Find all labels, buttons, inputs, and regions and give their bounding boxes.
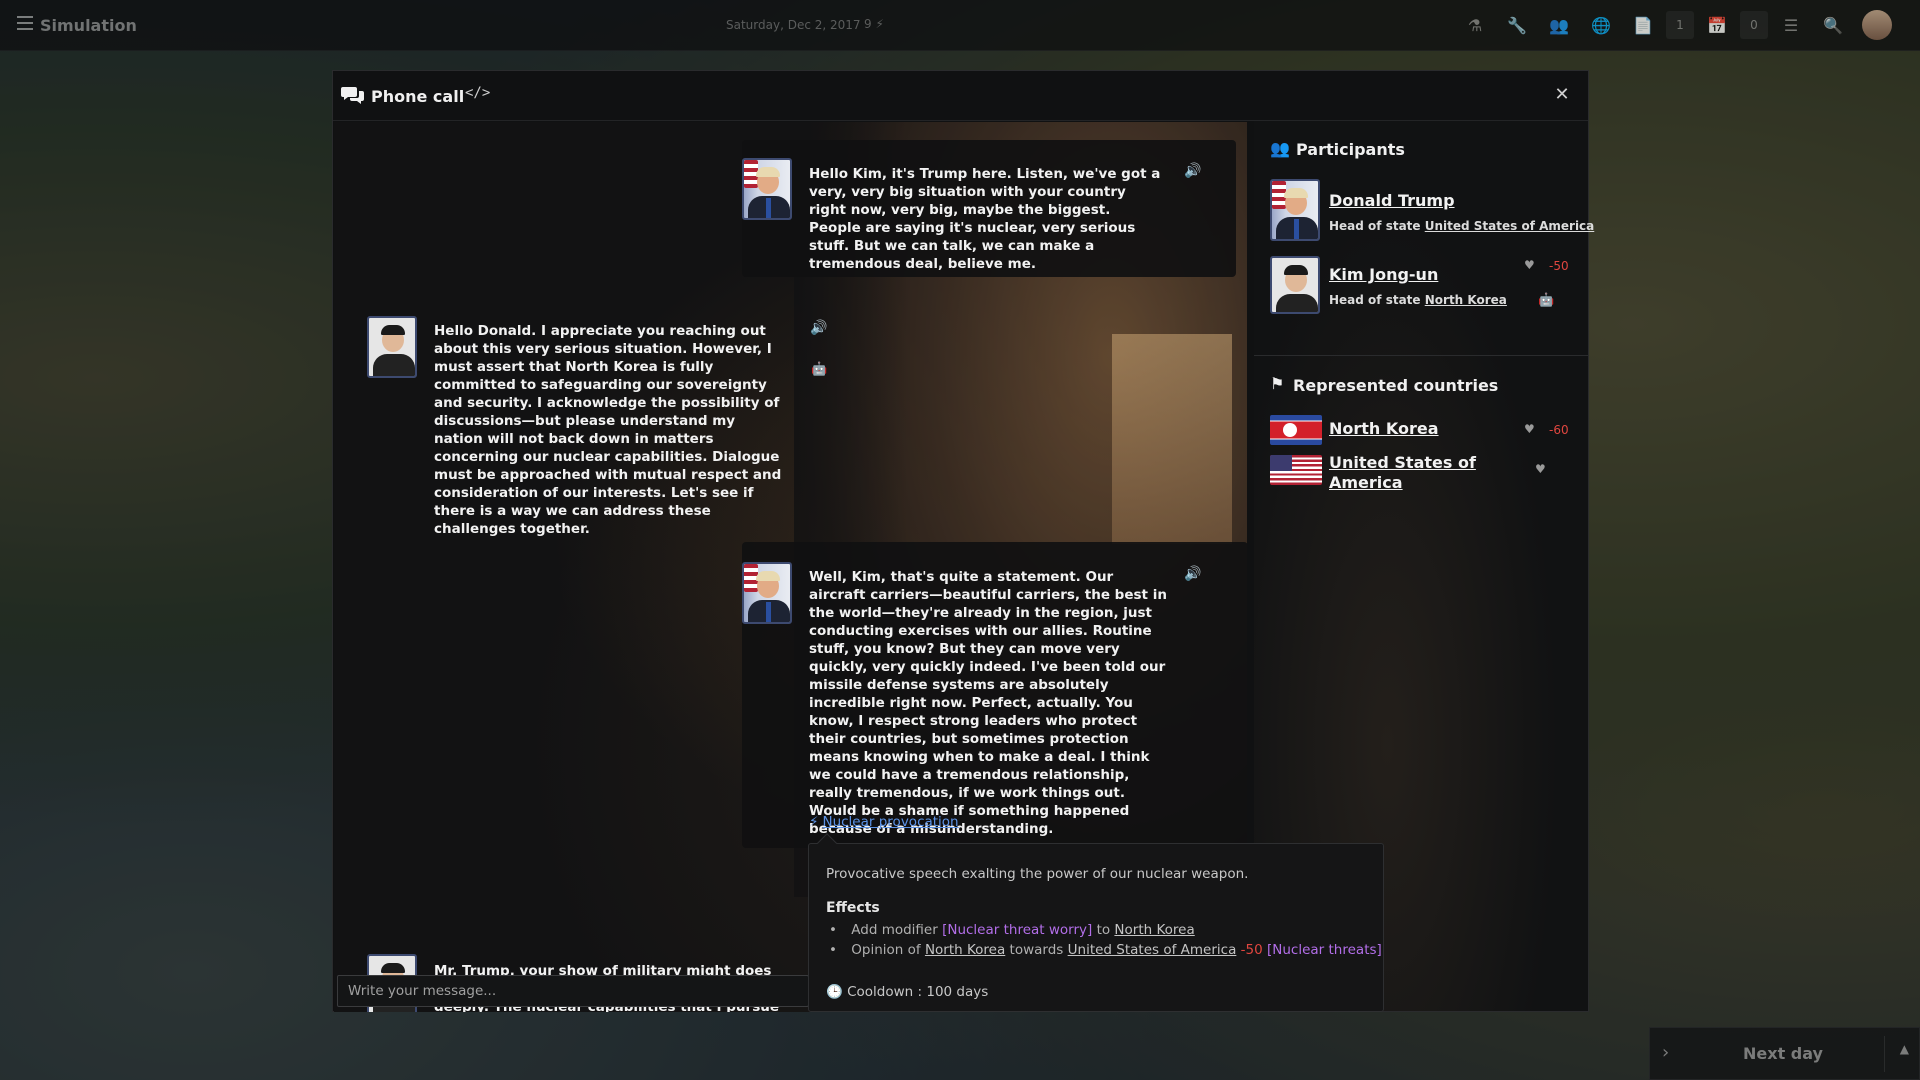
- calendar-count: 0: [1740, 11, 1768, 39]
- speaker-icon[interactable]: 🔊: [810, 320, 830, 336]
- energy-counter: 9 ⚡: [864, 17, 884, 31]
- chevron-right-icon: ›: [1662, 1042, 1670, 1063]
- calendar-icon[interactable]: 📅: [1698, 10, 1736, 40]
- close-button[interactable]: ✕: [1550, 83, 1574, 107]
- opinion-icon: ♥: [1524, 422, 1535, 436]
- avatar-kim-jong-un[interactable]: [367, 316, 417, 378]
- bolt-icon: ⚡: [809, 814, 819, 830]
- participants-title: Participants: [1296, 140, 1405, 159]
- action-link-nuclear-provocation[interactable]: ⚡ Nuclear provocation: [809, 814, 959, 830]
- dialog-header: Phone call </> ✕: [333, 71, 1588, 121]
- tooltip-description: Provocative speech exalting the power of…: [826, 866, 1249, 882]
- search-icon[interactable]: 🔍: [1814, 10, 1852, 40]
- effect-item: Add modifier [Nuclear threat worry] to N…: [826, 922, 1382, 938]
- role-label: Head of state: [1329, 293, 1421, 307]
- participant-role: Head of state North Korea: [1329, 293, 1507, 307]
- message-input[interactable]: [337, 975, 809, 1007]
- modifier-name: [Nuclear threat worry]: [942, 922, 1093, 938]
- bolt-icon: ⚡: [875, 17, 884, 31]
- action-tooltip: Provocative speech exalting the power of…: [808, 843, 1384, 1012]
- countries-title: Represented countries: [1293, 376, 1499, 395]
- participant-opinion: -50: [1549, 259, 1569, 273]
- clock-icon: 🕒: [826, 984, 843, 1000]
- tooltip-effects-title: Effects: [826, 900, 880, 916]
- top-bar: Simulation Saturday, Dec 2, 2017 9 ⚡ ⚗ 🔧…: [0, 0, 1920, 51]
- opinion-icon: ♥: [1535, 462, 1546, 476]
- document-icon[interactable]: 📄: [1624, 10, 1662, 40]
- participant-name[interactable]: Kim Jong-un: [1329, 265, 1438, 284]
- opinion-icon: ♥: [1524, 258, 1535, 272]
- next-day-button[interactable]: › Next day ▲: [1649, 1027, 1920, 1080]
- next-day-label: Next day: [1743, 1044, 1823, 1063]
- divider: [1884, 1036, 1885, 1072]
- menu-icon[interactable]: [17, 16, 33, 30]
- app-title: Simulation: [40, 16, 137, 35]
- wrench-icon[interactable]: 🔧: [1498, 10, 1536, 40]
- flag-icon: ⚑: [1270, 374, 1285, 393]
- effect-text: Add modifier: [851, 922, 943, 938]
- effect-text: to: [1092, 922, 1115, 938]
- effect-text: towards: [1005, 942, 1068, 958]
- document-count: 1: [1666, 11, 1694, 39]
- avatar-donald-trump[interactable]: [742, 158, 792, 220]
- current-date: Saturday, Dec 2, 2017: [726, 18, 861, 32]
- chevron-up-icon[interactable]: ▲: [1900, 1042, 1909, 1056]
- top-icon-bar: ⚗ 🔧 👥 🌐 📄 1 📅 0 ☰ 🔍: [1456, 10, 1892, 40]
- participant-role: Head of state United States of America: [1329, 219, 1594, 233]
- flask-icon[interactable]: ⚗: [1456, 10, 1494, 40]
- usa-flag: [1270, 455, 1322, 485]
- room-window: [1112, 334, 1232, 544]
- speaker-icon[interactable]: 🔊: [1184, 566, 1204, 582]
- participant-avatar[interactable]: [1270, 179, 1320, 241]
- cooldown-text: Cooldown : 100 days: [847, 984, 989, 1000]
- tooltip-cooldown: 🕒 Cooldown : 100 days: [826, 984, 988, 1000]
- north-korea-flag: [1270, 415, 1322, 445]
- globe-icon[interactable]: 🌐: [1582, 10, 1620, 40]
- country-opinion: -60: [1549, 423, 1569, 437]
- role-label: Head of state: [1329, 219, 1421, 233]
- energy-value: 9: [864, 17, 872, 31]
- opinion-value: -50: [1240, 942, 1263, 958]
- effect-item: Opinion of North Korea towards United St…: [826, 942, 1382, 958]
- tooltip-effects-list: Add modifier [Nuclear threat worry] to N…: [826, 922, 1382, 962]
- message-text: Hello Donald. I appreciate you reaching …: [434, 323, 782, 537]
- country-name[interactable]: North Korea: [1329, 419, 1439, 439]
- action-label: Nuclear provocation: [822, 814, 959, 830]
- people-icon[interactable]: 👥: [1540, 10, 1578, 40]
- country-name[interactable]: United States of America: [1329, 453, 1479, 493]
- speaker-icon[interactable]: 🔊: [1184, 163, 1204, 179]
- role-country-link[interactable]: United States of America: [1425, 219, 1595, 233]
- country-link[interactable]: United States of America: [1068, 942, 1237, 958]
- modifier-name: [Nuclear threats]: [1267, 942, 1382, 958]
- chat-icon: [341, 87, 364, 104]
- robot-icon[interactable]: 🤖: [811, 362, 829, 378]
- participants-icon: 👥: [1270, 139, 1290, 158]
- role-country-link[interactable]: North Korea: [1425, 293, 1507, 307]
- layers-icon[interactable]: ☰: [1772, 10, 1810, 40]
- message-text: Hello Kim, it's Trump here. Listen, we'v…: [809, 166, 1161, 272]
- dialog-title: Phone call: [371, 87, 465, 106]
- code-icon[interactable]: </>: [465, 85, 490, 101]
- country-link[interactable]: North Korea: [925, 942, 1005, 958]
- participant-name[interactable]: Donald Trump: [1329, 191, 1455, 210]
- side-divider: [1254, 355, 1588, 356]
- participant-avatar[interactable]: [1270, 256, 1320, 314]
- avatar-donald-trump[interactable]: [742, 562, 792, 624]
- country-link[interactable]: North Korea: [1114, 922, 1194, 938]
- effect-text: Opinion of: [851, 942, 925, 958]
- player-avatar[interactable]: [1862, 10, 1892, 40]
- message-text: Well, Kim, that's quite a statement. Our…: [809, 569, 1167, 837]
- robot-icon[interactable]: 🤖: [1538, 293, 1556, 309]
